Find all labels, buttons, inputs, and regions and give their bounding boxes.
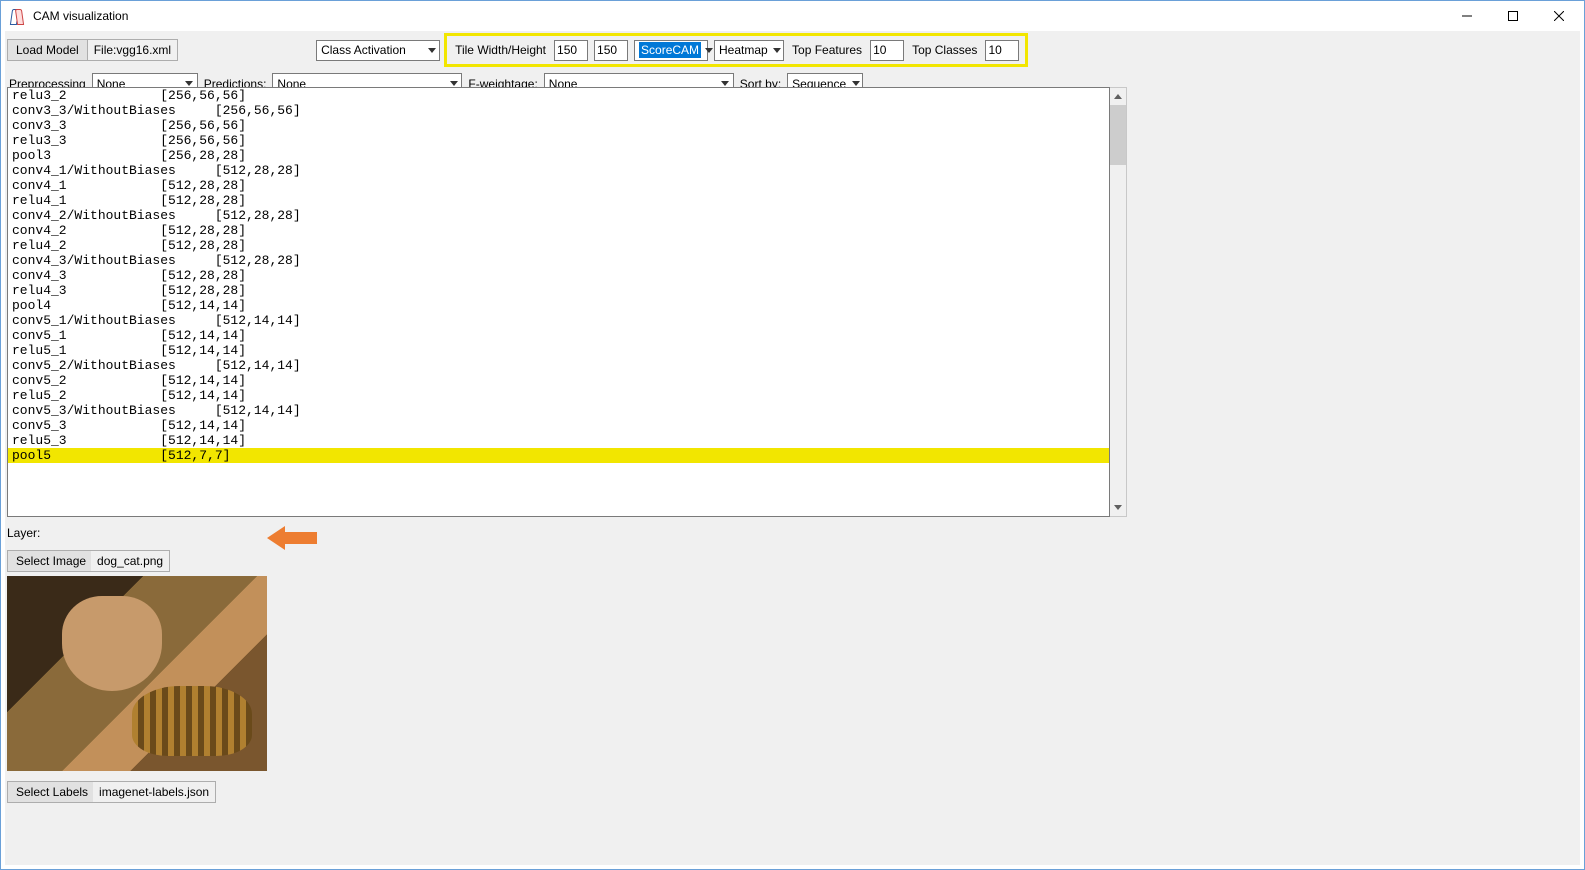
list-item[interactable]: conv5_1/WithoutBiases [512,14,14]	[8, 313, 1109, 328]
list-item[interactable]: relu5_1 [512,14,14]	[8, 343, 1109, 358]
titlebar: CAM visualization	[1, 1, 1584, 31]
app-window: CAM visualization Load Model File: vgg16…	[0, 0, 1585, 870]
maximize-button[interactable]	[1490, 1, 1536, 31]
image-file-label: dog_cat.png	[91, 550, 170, 572]
list-item[interactable]: conv4_2/WithoutBiases [512,28,28]	[8, 208, 1109, 223]
method-select[interactable]: ScoreCAM	[634, 40, 708, 61]
tile-label: Tile Width/Height	[455, 43, 546, 57]
select-labels-button[interactable]: Select Labels	[7, 781, 97, 803]
below-panel: Layer: Select Image dog_cat.png Select L…	[7, 523, 287, 803]
list-item[interactable]: conv5_2 [512,14,14]	[8, 373, 1109, 388]
tile-height-input[interactable]	[594, 40, 628, 61]
list-item[interactable]: conv4_1 [512,28,28]	[8, 178, 1109, 193]
list-item[interactable]: conv5_1 [512,14,14]	[8, 328, 1109, 343]
list-item[interactable]: pool3 [256,28,28]	[8, 148, 1109, 163]
list-item[interactable]: conv3_3/WithoutBiases [256,56,56]	[8, 103, 1109, 118]
list-item[interactable]: conv5_3 [512,14,14]	[8, 418, 1109, 433]
scroll-down-button[interactable]	[1110, 499, 1126, 516]
list-item[interactable]: pool4 [512,14,14]	[8, 298, 1109, 313]
mode-select[interactable]: Class Activation	[316, 40, 440, 61]
window-title: CAM visualization	[31, 9, 1444, 23]
chevron-down-icon	[705, 41, 713, 60]
list-item[interactable]: relu5_3 [512,14,14]	[8, 433, 1109, 448]
minimize-button[interactable]	[1444, 1, 1490, 31]
top-features-label: Top Features	[792, 43, 862, 57]
top-classes-input[interactable]	[985, 40, 1019, 61]
chevron-down-icon	[772, 41, 783, 60]
overlay-select[interactable]: Heatmap	[714, 40, 784, 61]
layers-scrollbar[interactable]	[1110, 87, 1127, 517]
list-item[interactable]: conv3_3 [256,56,56]	[8, 118, 1109, 133]
list-item[interactable]: conv4_1/WithoutBiases [512,28,28]	[8, 163, 1109, 178]
chevron-down-icon	[424, 41, 439, 60]
top-classes-label: Top Classes	[912, 43, 977, 57]
labels-file-label: imagenet-labels.json	[93, 781, 216, 803]
list-item[interactable]: conv4_3 [512,28,28]	[8, 268, 1109, 283]
list-item[interactable]: conv4_3/WithoutBiases [512,28,28]	[8, 253, 1109, 268]
list-item[interactable]: relu4_3 [512,28,28]	[8, 283, 1109, 298]
toolbar-row: Load Model File: vgg16.xml Class Activat…	[5, 31, 1580, 67]
list-item[interactable]: relu4_2 [512,28,28]	[8, 238, 1109, 253]
select-image-button[interactable]: Select Image	[7, 550, 95, 572]
list-item[interactable]: relu4_1 [512,28,28]	[8, 193, 1109, 208]
scroll-up-button[interactable]	[1110, 88, 1126, 105]
model-file-label: File: vgg16.xml	[88, 39, 178, 61]
list-item[interactable]: pool5 [512,7,7]	[8, 448, 1109, 463]
app-body: Load Model File: vgg16.xml Class Activat…	[5, 31, 1580, 865]
list-item[interactable]: conv4_2 [512,28,28]	[8, 223, 1109, 238]
list-item[interactable]: relu5_2 [512,14,14]	[8, 388, 1109, 403]
tk-icon	[9, 8, 25, 24]
tile-width-input[interactable]	[554, 40, 588, 61]
scroll-thumb[interactable]	[1110, 105, 1126, 165]
close-button[interactable]	[1536, 1, 1582, 31]
list-item[interactable]: relu3_3 [256,56,56]	[8, 133, 1109, 148]
layers-listbox-wrap: relu3_2 [256,56,56]conv3_3/WithoutBiases…	[7, 87, 1127, 517]
layers-listbox[interactable]: relu3_2 [256,56,56]conv3_3/WithoutBiases…	[7, 87, 1110, 517]
list-item[interactable]: conv5_3/WithoutBiases [512,14,14]	[8, 403, 1109, 418]
top-features-input[interactable]	[870, 40, 904, 61]
layer-label: Layer:	[7, 526, 287, 540]
load-model-button[interactable]: Load Model	[7, 39, 88, 61]
highlight-box: Tile Width/Height ScoreCAM Heatmap Top F…	[444, 33, 1028, 67]
list-item[interactable]: conv5_2/WithoutBiases [512,14,14]	[8, 358, 1109, 373]
window-buttons	[1444, 1, 1582, 31]
preview-image	[7, 576, 267, 771]
list-item[interactable]: relu3_2 [256,56,56]	[8, 88, 1109, 103]
